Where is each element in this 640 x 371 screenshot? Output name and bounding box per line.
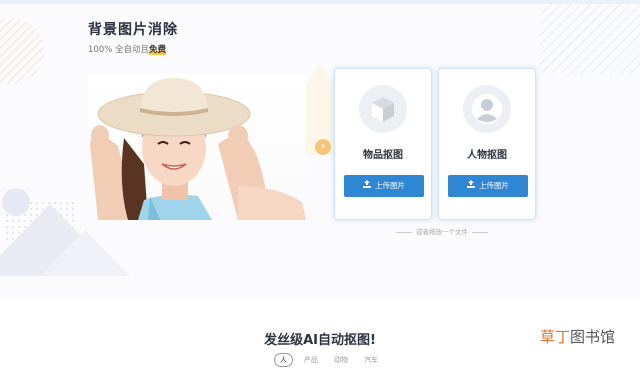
decorative-mountain-small (40, 230, 130, 276)
subtitle-text: 100% 全自动且 (88, 45, 150, 55)
object-cutout-label: 物品抠图 (363, 150, 403, 161)
watermark-part2: 图书馆 (570, 328, 616, 346)
box-icon (359, 85, 407, 133)
tab-animal[interactable]: 动物 (329, 354, 353, 366)
watermark-logo: 草丁图书馆 (540, 326, 615, 347)
upload-button-object[interactable]: 上传图片 (344, 175, 424, 197)
person-cutout-card[interactable]: 人物抠图 上传图片 (438, 68, 536, 220)
decorative-stripes (540, 4, 640, 74)
tab-person[interactable]: 人 (274, 353, 293, 367)
drag-drop-hint: 或者拖放一个文件 (390, 226, 494, 236)
upload-button-label: 上传图片 (375, 181, 405, 190)
page-title: 背景图片消除 (88, 22, 178, 38)
upload-button-label: 上传图片 (479, 181, 509, 190)
upload-button-person[interactable]: 上传图片 (448, 175, 528, 197)
decorative-dot (2, 188, 30, 216)
upload-icon (467, 175, 475, 197)
upload-icon (363, 175, 371, 197)
sample-photo (88, 74, 306, 220)
free-highlight: 免费 (149, 45, 167, 55)
person-cutout-label: 人物抠图 (467, 150, 507, 161)
page-subtitle: 100% 全自动且免费 (88, 43, 167, 55)
category-tabs: 人 产品 动物 汽车 (274, 353, 383, 367)
woman-with-hat-illustration (90, 78, 306, 220)
object-cutout-card[interactable]: 物品抠图 上传图片 (334, 68, 432, 220)
tab-product[interactable]: 产品 (299, 354, 323, 366)
person-avatar-icon (463, 85, 511, 133)
tab-car[interactable]: 汽车 (359, 354, 383, 366)
arrow-right-icon: › (315, 139, 331, 155)
watermark-part1: 草丁 (540, 328, 571, 346)
decorative-circle (0, 18, 44, 84)
